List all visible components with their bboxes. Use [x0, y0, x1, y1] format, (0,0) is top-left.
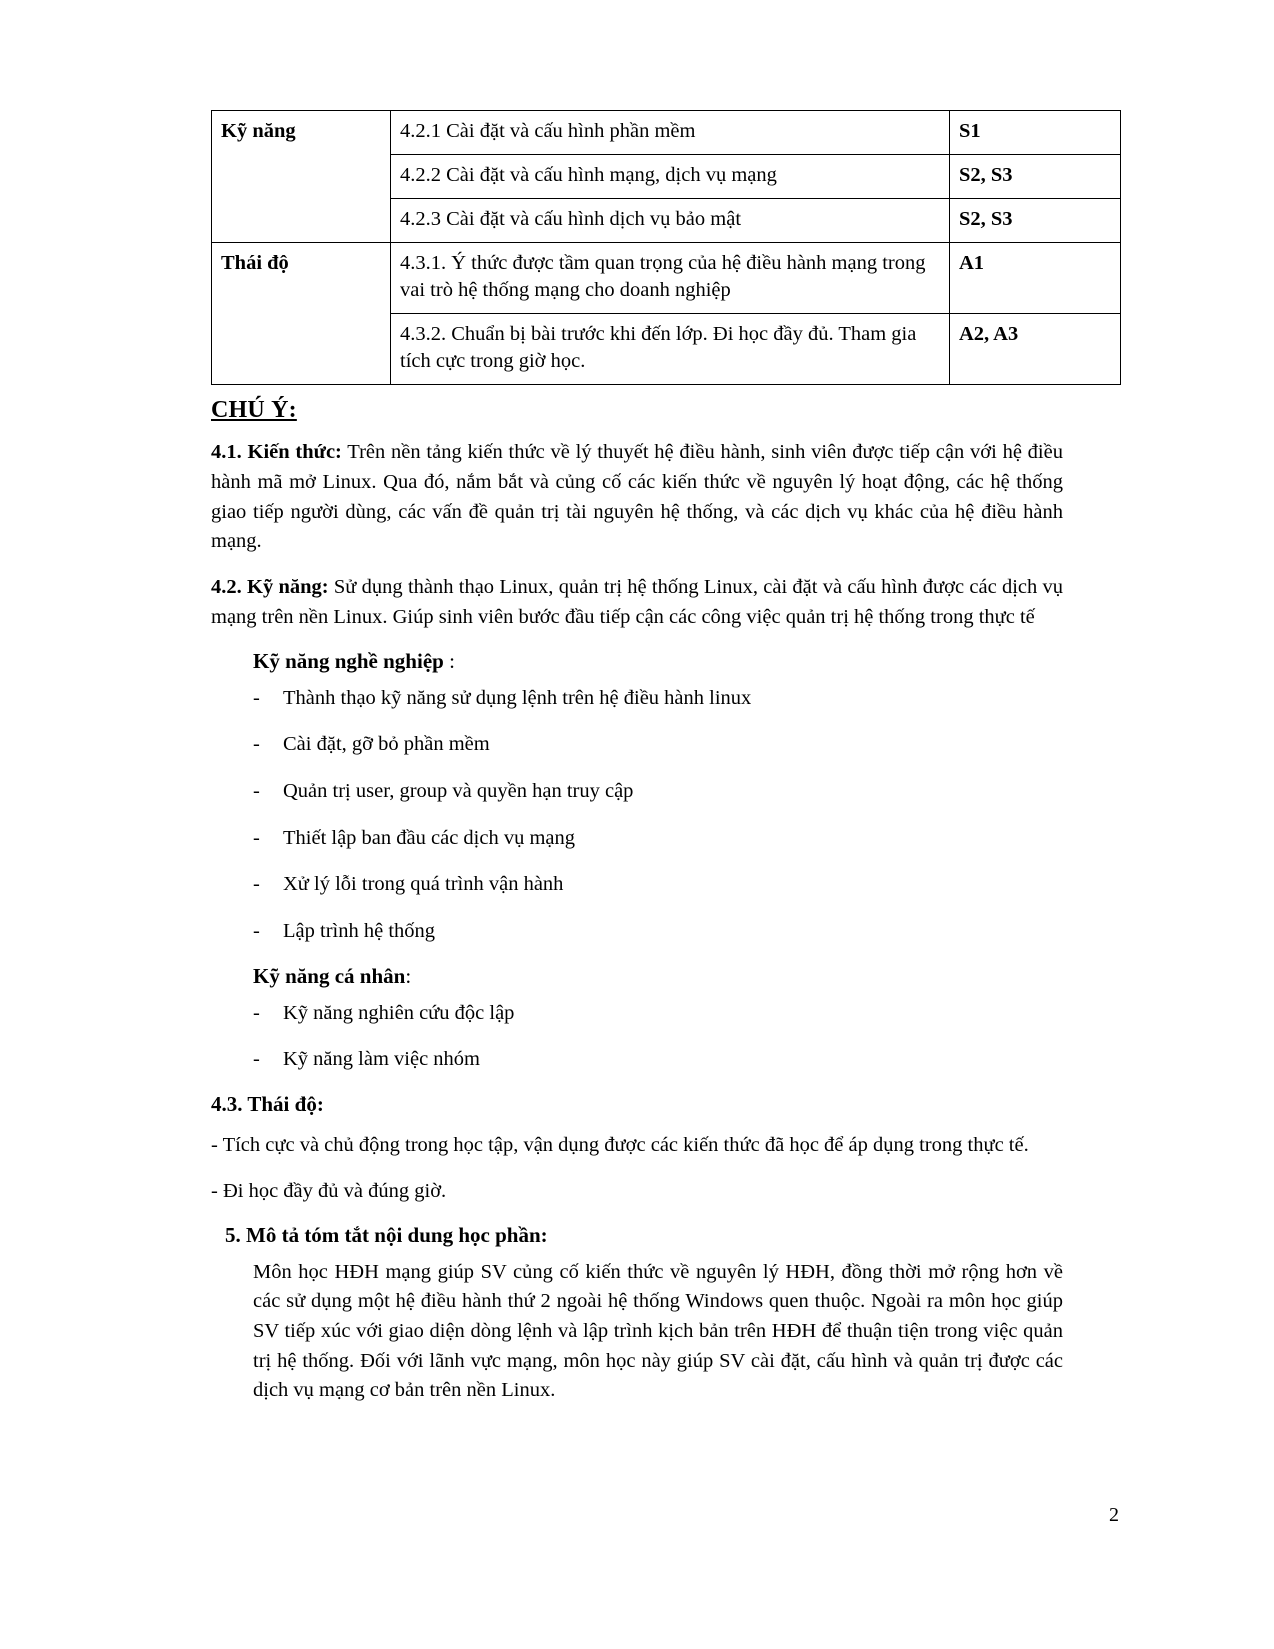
- table-row: Kỹ năng 4.2.1 Cài đặt và cấu hình phần m…: [211, 109, 1121, 244]
- outcome-description: 4.2.1 Cài đặt và cấu hình phần mềm: [390, 109, 950, 156]
- list-item-label: Cài đặt, gỡ bỏ phần mềm: [283, 733, 490, 756]
- dash-marker-icon: -: [253, 920, 260, 943]
- personal-skills-heading-colon: :: [405, 963, 412, 988]
- list-item-label: Kỹ năng nghiên cứu độc lập: [283, 1001, 515, 1024]
- note-heading: CHÚ Ý:: [211, 397, 297, 424]
- personal-skills-list: - Kỹ năng nghiên cứu độc lập - Kỹ năng làm…: [211, 999, 1063, 1074]
- outcome-description: 4.2.2 Cài đặt và cấu hình mạng, dịch vụ …: [390, 154, 950, 200]
- dash-marker-icon: -: [253, 1048, 260, 1071]
- dash-marker-icon: -: [253, 873, 260, 896]
- list-item: - Quản trị user, group và quyền hạn truy …: [211, 777, 1063, 806]
- section-5-body: Môn học HĐH mạng giúp SV củng cố kiến th…: [253, 1260, 1063, 1402]
- list-item: - Kỹ năng nghiên cứu độc lập: [211, 999, 1063, 1028]
- note-heading-wrap: CHÚ Ý:: [211, 385, 1063, 438]
- professional-skills-list: - Thành thạo kỹ năng sử dụng lệnh trên hệ…: [211, 684, 1063, 946]
- personal-skills-heading: Kỹ năng cá nhân:: [253, 964, 1063, 989]
- page-number: 2: [1109, 1504, 1119, 1526]
- section-4-3-heading: 4.3. Thái độ:: [211, 1092, 324, 1117]
- outcome-description: 4.2.3 Cài đặt và cấu hình dịch vụ bảo mậ…: [390, 198, 950, 244]
- outcome-description: 4.3.1. Ý thức được tầm quan trọng của hệ…: [390, 242, 950, 315]
- page-content: Kỹ năng 4.2.1 Cài đặt và cấu hình phần m…: [211, 109, 1121, 1406]
- dash-marker-icon: -: [253, 686, 260, 709]
- section-4-1: 4.1. Kiến thức: Trên nền tảng kiến thức …: [211, 438, 1063, 557]
- outcome-code: S1: [949, 109, 1121, 156]
- section-4-2-body: Sử dụng thành thạo Linux, quản trị hệ th…: [211, 576, 1064, 628]
- list-item: - Cài đặt, gỡ bỏ phần mềm: [211, 730, 1063, 759]
- list-item: - Thành thạo kỹ năng sử dụng lệnh trên hệ…: [211, 684, 1063, 713]
- personal-skills-heading-text: Kỹ năng cá nhân: [253, 963, 406, 988]
- section-4-2-label: 4.2. Kỹ năng:: [211, 576, 329, 599]
- outcome-category-skills: Kỹ năng: [211, 109, 391, 244]
- section-4-1-label: 4.1. Kiến thức:: [211, 441, 342, 464]
- list-item: - Lập trình hệ thống: [211, 917, 1063, 946]
- outcome-code: A2, A3: [949, 313, 1121, 386]
- list-item-label: Lập trình hệ thống: [283, 920, 436, 943]
- document-page: Kỹ năng 4.2.1 Cài đặt và cấu hình phần m…: [0, 0, 1274, 1649]
- outcome-code: S2, S3: [949, 154, 1121, 200]
- professional-skills-heading-colon: :: [443, 648, 455, 673]
- list-item-label: Quản trị user, group và quyền hạn truy c…: [283, 780, 634, 803]
- list-item-label: Thành thạo kỹ năng sử dụng lệnh trên hệ …: [283, 686, 752, 709]
- section-4-2: 4.2. Kỹ năng: Sử dụng thành thạo Linux, …: [211, 573, 1063, 632]
- list-item-label: Kỹ năng làm việc nhóm: [283, 1048, 480, 1071]
- outcome-code: A1: [949, 242, 1121, 315]
- outcome-code: S2, S3: [949, 198, 1121, 244]
- section-5-heading: 5. Mô tả tóm tắt nội dung học phần:: [225, 1222, 548, 1247]
- outcome-category-attitude: Thái độ: [211, 242, 391, 386]
- learning-outcomes-table: Kỹ năng 4.2.1 Cài đặt và cấu hình phần m…: [211, 109, 1121, 386]
- table-row: Thái độ 4.3.1. Ý thức được tầm quan trọn…: [211, 242, 1121, 386]
- list-item: - Xử lý lỗi trong quá trình vận hành: [211, 870, 1063, 899]
- list-item: - Thiết lập ban đầu các dịch vụ mạng: [211, 824, 1063, 853]
- list-item-label: Xử lý lỗi trong quá trình vận hành: [283, 873, 564, 896]
- list-item: - Kỹ năng làm việc nhóm: [211, 1045, 1063, 1074]
- outcome-description: 4.3.2. Chuẩn bị bài trước khi đến lớp. Đ…: [390, 313, 950, 386]
- section-4-3-line-1: - Tích cực và chủ động trong học tập, vậ…: [211, 1134, 1029, 1157]
- dash-marker-icon: -: [253, 780, 260, 803]
- dash-marker-icon: -: [253, 733, 260, 756]
- professional-skills-heading-text: Kỹ năng nghề nghiệp: [253, 648, 444, 673]
- dash-marker-icon: -: [253, 826, 260, 849]
- section-4-3-line-2: - Đi học đầy đủ và đúng giờ.: [211, 1179, 447, 1202]
- dash-marker-icon: -: [253, 1001, 260, 1024]
- professional-skills-heading: Kỹ năng nghề nghiệp :: [253, 649, 1063, 674]
- list-item-label: Thiết lập ban đầu các dịch vụ mạng: [283, 826, 576, 849]
